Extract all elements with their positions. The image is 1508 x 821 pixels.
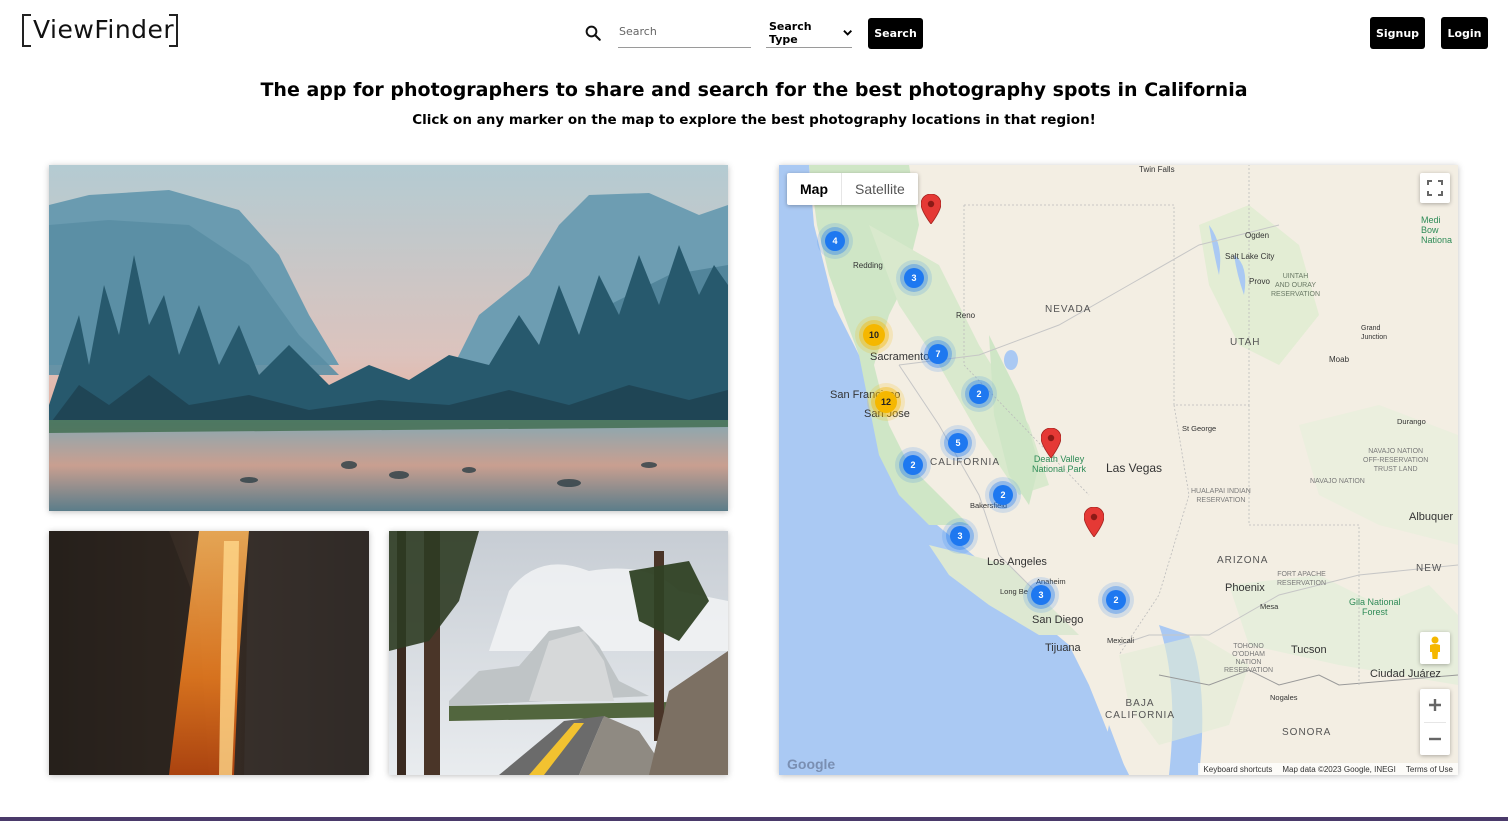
chevron-down-icon xyxy=(842,29,852,36)
marker-cluster[interactable]: 2 xyxy=(993,485,1013,505)
horsetail-fall-image xyxy=(49,531,369,775)
map-tab-map[interactable]: Map xyxy=(787,173,842,205)
map-label-tijuana: Tijuana xyxy=(1045,642,1081,654)
map-label-salt-lake-city: Salt Lake City xyxy=(1225,252,1275,261)
window-bottom-edge xyxy=(0,817,1508,821)
map-label-san-diego: San Diego xyxy=(1032,614,1084,626)
map-widget[interactable]: Twin Falls Ogden Salt Lake City Provo UI… xyxy=(779,165,1458,775)
marker-cluster[interactable]: 4 xyxy=(825,231,845,251)
map-label-moab: Moab xyxy=(1329,355,1350,364)
marker-cluster[interactable]: 2 xyxy=(1106,590,1126,610)
street-view-button[interactable] xyxy=(1420,632,1450,664)
logo-bracket-right xyxy=(169,14,178,47)
map-tab-satellite[interactable]: Satellite xyxy=(842,173,918,205)
marker-cluster[interactable]: 10 xyxy=(863,324,885,346)
map-label-mesa: Mesa xyxy=(1260,602,1279,611)
map-label-uintah: UINTAH AND OURAY RESERVATION xyxy=(1271,273,1321,298)
map-pin-icon[interactable] xyxy=(1041,428,1061,458)
login-button[interactable]: Login xyxy=(1441,17,1488,49)
google-logo-text: Google xyxy=(787,756,836,772)
map-label-ciudad-juarez: Ciudad Juárez xyxy=(1370,668,1441,680)
pegman-icon xyxy=(1430,636,1440,659)
map-label-sacramento: Sacramento xyxy=(870,351,930,363)
logo-text: ViewFinder xyxy=(33,15,175,44)
search-icon[interactable] xyxy=(584,24,602,42)
search-button[interactable]: Search xyxy=(868,18,923,49)
map-label-sonora: SONORA xyxy=(1282,727,1332,738)
map-label-navajo-nation-trust: NAVAJO NATION OFF-RESERVATION TRUST LAND xyxy=(1363,448,1429,473)
fullscreen-button[interactable] xyxy=(1420,173,1450,203)
marker-cluster[interactable]: 3 xyxy=(1031,585,1051,605)
map-label-ogden: Ogden xyxy=(1245,231,1270,240)
marker-cluster[interactable]: 2 xyxy=(903,455,923,475)
map-data-attribution: Map data ©2023 Google, INEGI xyxy=(1282,764,1396,774)
map-label-albuquerque: Albuquer xyxy=(1409,511,1454,523)
map-footer: Keyboard shortcuts Map data ©2023 Google… xyxy=(1198,763,1458,775)
map-label-grand-junction: Grand Junction xyxy=(1361,325,1388,341)
map-pin-icon[interactable] xyxy=(921,194,941,224)
map-label-navajo-nation: NAVAJO NATION xyxy=(1310,478,1365,485)
map-label-new-mexico: NEW xyxy=(1416,563,1443,574)
signup-button[interactable]: Signup xyxy=(1370,17,1425,49)
map-label-fort-apache: FORT APACHE RESERVATION xyxy=(1277,571,1327,587)
plus-icon xyxy=(1429,699,1441,712)
map-label-gila: Gila National Forest xyxy=(1349,597,1401,617)
zoom-in-button[interactable] xyxy=(1420,689,1450,722)
map-label-nogales: Nogales xyxy=(1270,693,1298,702)
zoom-out-button[interactable] xyxy=(1420,722,1450,755)
marker-cluster[interactable]: 3 xyxy=(950,526,970,546)
marker-cluster[interactable]: 3 xyxy=(904,268,924,288)
map-pin-icon[interactable] xyxy=(1084,507,1104,537)
marker-cluster[interactable]: 5 xyxy=(948,433,968,453)
map-label-hualapai: HUALAPAI INDIAN RESERVATION xyxy=(1191,488,1251,504)
map-label-nevada: NEVADA xyxy=(1045,304,1092,315)
minus-icon xyxy=(1429,737,1441,740)
map-label-las-vegas: Las Vegas xyxy=(1106,461,1163,475)
marker-cluster[interactable]: 12 xyxy=(875,391,897,413)
terms-of-use-link[interactable]: Terms of Use xyxy=(1406,765,1453,774)
zoom-control xyxy=(1420,689,1450,755)
map-label-mexicali: Mexicali xyxy=(1107,636,1135,645)
google-logo[interactable]: Google xyxy=(787,756,835,772)
map-label-twin-falls: Twin Falls xyxy=(1139,165,1175,174)
map-label-medicine-bow: Medi Bow Nationa xyxy=(1421,215,1453,245)
search-type-dropdown[interactable]: Search Type xyxy=(766,20,852,48)
fullscreen-icon xyxy=(1427,180,1443,196)
search-input[interactable] xyxy=(618,20,751,48)
marker-cluster[interactable]: 2 xyxy=(969,384,989,404)
map-label-baja-california: BAJA CALIFORNIA xyxy=(1105,698,1176,721)
map-label-durango: Durango xyxy=(1397,417,1426,426)
map-label-provo: Provo xyxy=(1249,277,1270,286)
map-label-phoenix: Phoenix xyxy=(1225,582,1265,594)
page-title: The app for photographers to share and s… xyxy=(260,79,1248,101)
map-type-control: Map Satellite xyxy=(787,173,918,205)
horsetail-fall-photo[interactable] xyxy=(49,531,369,775)
marker-cluster[interactable]: 7 xyxy=(928,344,948,364)
page-subtitle: Click on any marker on the map to explor… xyxy=(412,112,1096,128)
yosemite-valley-photo[interactable] xyxy=(49,165,728,511)
logo-bracket-left xyxy=(22,14,31,47)
map-label-redding: Redding xyxy=(853,261,883,270)
map-label-reno: Reno xyxy=(956,311,976,320)
map-label-utah: UTAH xyxy=(1230,337,1261,348)
map-label-long-beach: Long Be xyxy=(1000,587,1028,596)
half-dome-road-photo[interactable] xyxy=(389,531,728,775)
keyboard-shortcuts-link[interactable]: Keyboard shortcuts xyxy=(1203,765,1272,774)
half-dome-road-image xyxy=(389,531,728,775)
search-type-label: Search Type xyxy=(769,19,812,46)
map-label-tucson: Tucson xyxy=(1291,644,1327,656)
map-label-st-george: St George xyxy=(1182,424,1217,433)
map-label-los-angeles: Los Angeles xyxy=(987,556,1047,568)
yosemite-valley-image xyxy=(49,165,728,511)
viewfinder-logo[interactable]: ViewFinder xyxy=(22,14,178,47)
map-label-california: CALIFORNIA xyxy=(930,457,1001,468)
map-label-tohono: TOHONO O'ODHAM NATION RESERVATION xyxy=(1224,643,1274,674)
map-label-arizona: ARIZONA xyxy=(1217,555,1269,566)
